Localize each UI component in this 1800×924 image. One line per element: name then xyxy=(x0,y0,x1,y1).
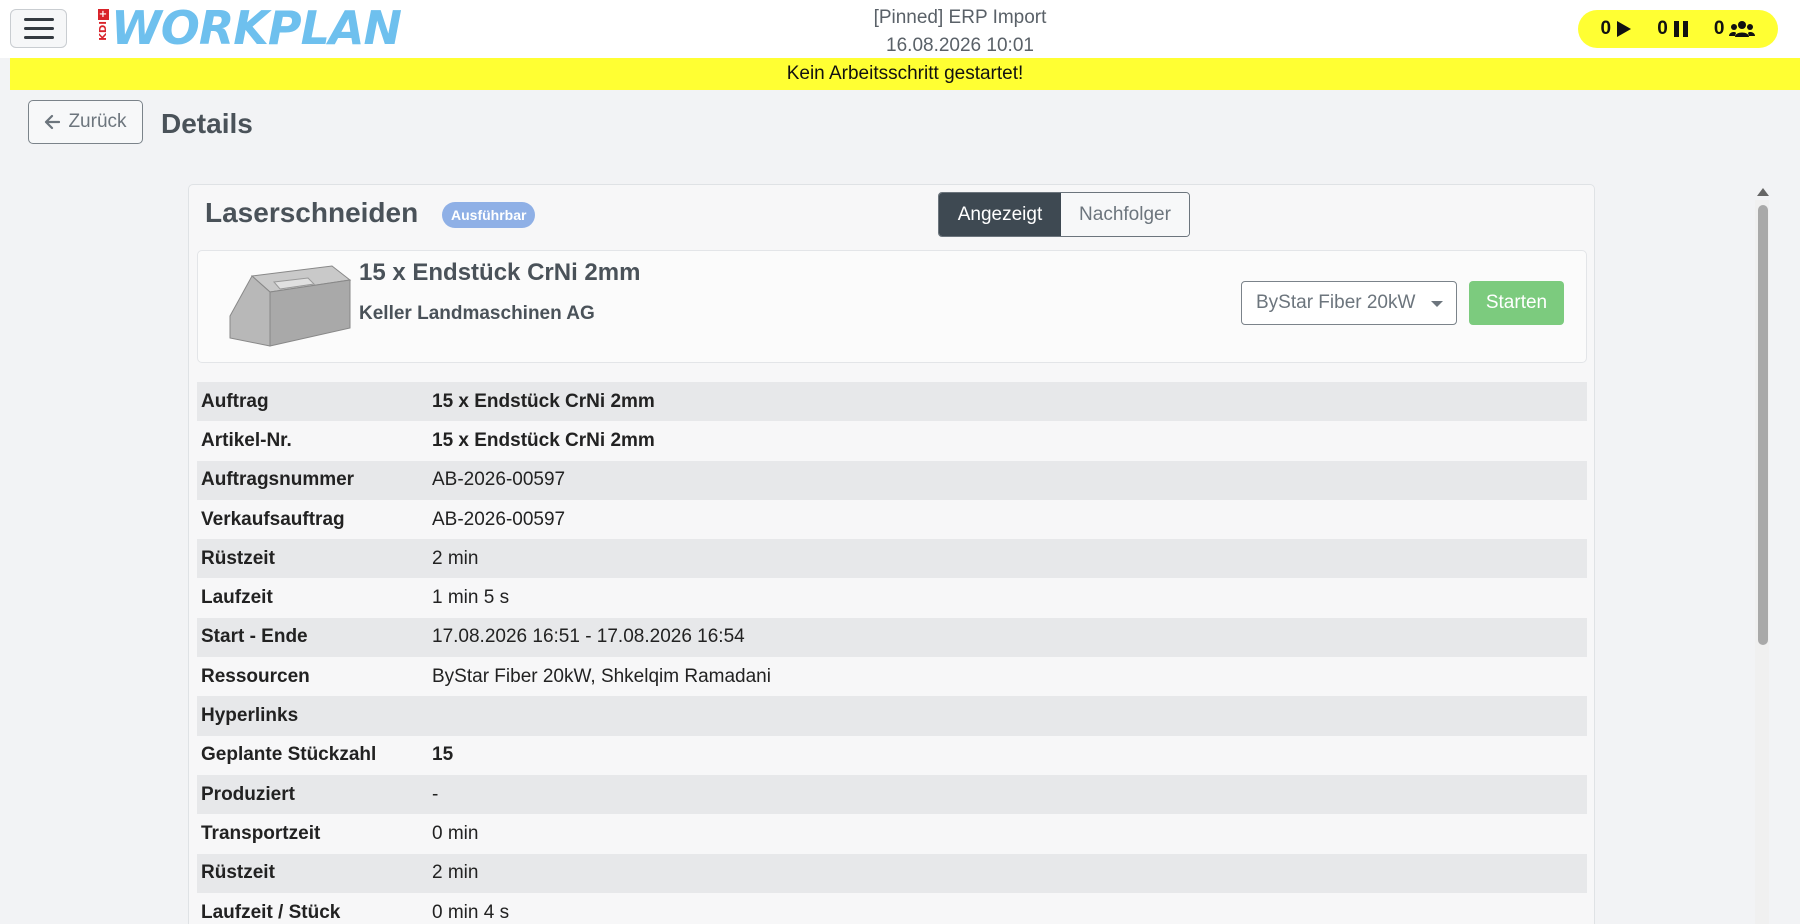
detail-value: 1 min 5 s xyxy=(432,587,510,609)
pause-icon xyxy=(1673,21,1688,37)
details-table: Auftrag 15 x Endstück CrNi 2mm Artikel-Nr… xyxy=(197,382,1587,924)
detail-value: 0 min xyxy=(432,822,479,844)
detail-label: Auftrag xyxy=(201,390,269,412)
detail-value: 15 x Endstück CrNi 2mm xyxy=(432,390,655,412)
users-icon xyxy=(1729,21,1756,37)
detail-row: Artikel-Nr. 15 x Endstück CrNi 2mm xyxy=(197,421,1587,461)
detail-row: Verkaufsauftrag AB-2026-00597 xyxy=(197,499,1587,540)
context-title-line1: [Pinned] ERP Import xyxy=(873,7,1047,28)
arrow-left-icon xyxy=(45,114,61,130)
view-toggle: Angezeigt Nachfolger xyxy=(938,192,1190,237)
detail-row: Produziert - xyxy=(197,774,1587,815)
detail-row: Rüstzeit 2 min xyxy=(197,539,1587,579)
detail-row: Auftragsnummer AB-2026-00597 xyxy=(197,460,1587,500)
detail-label: Ressourcen xyxy=(201,665,310,687)
detail-value: - xyxy=(432,783,439,805)
detail-value: 15 x Endstück CrNi 2mm xyxy=(432,429,655,451)
detail-row: Hyperlinks xyxy=(197,696,1587,736)
detail-label: Produziert xyxy=(201,783,295,805)
detail-label: Laufzeit / Stück xyxy=(201,901,341,923)
detail-label: Rüstzeit xyxy=(201,862,275,884)
detail-value: ByStar Fiber 20kW, Shkelqim Ramadani xyxy=(432,665,771,687)
detail-row: Ressourcen ByStar Fiber 20kW, Shkelqim Ra… xyxy=(197,657,1587,697)
start-button[interactable]: Starten xyxy=(1469,281,1564,325)
toggle-successor[interactable]: Nachfolger xyxy=(1061,193,1189,236)
paused-status: 0 xyxy=(1657,18,1689,40)
back-button[interactable]: Zurück xyxy=(28,100,143,144)
detail-row: Laufzeit 1 min 5 s xyxy=(197,578,1587,618)
detail-value: AB-2026-00597 xyxy=(432,508,566,530)
detail-label: Verkaufsauftrag xyxy=(201,508,345,530)
toggle-displayed[interactable]: Angezeigt xyxy=(939,193,1061,236)
detail-value: 2 min xyxy=(432,862,479,884)
detail-value: AB-2026-00597 xyxy=(432,469,566,491)
resource-select[interactable]: ByStar Fiber 20kW xyxy=(1241,281,1457,325)
detail-row: Auftrag 15 x Endstück CrNi 2mm xyxy=(197,382,1587,422)
detail-row: Transportzeit 0 min xyxy=(197,814,1587,854)
running-status: 0 xyxy=(1601,18,1633,40)
operation-title: Laserschneiden xyxy=(205,197,419,228)
detail-row: Start - Ende 17.08.2026 16:51 - 17.08.202… xyxy=(197,617,1587,658)
play-icon xyxy=(1617,21,1632,37)
status-badge: Ausführbar xyxy=(442,202,536,228)
detail-value: 2 min xyxy=(432,547,479,569)
context-title-line2: 16.08.2026 10:01 xyxy=(886,35,1034,56)
warning-banner: Kein Arbeitsschritt gestartet! xyxy=(10,58,1800,90)
detail-label: Laufzeit xyxy=(201,587,273,609)
users-status: 0 xyxy=(1714,18,1756,40)
detail-label: Auftragsnummer xyxy=(201,469,355,491)
detail-label: Transportzeit xyxy=(201,822,321,844)
scroll-up-arrow-icon[interactable] xyxy=(1757,188,1769,196)
detail-label: Geplante Stückzahl xyxy=(201,744,377,766)
context-title: [Pinned] ERP Import 16.08.2026 10:01 xyxy=(0,4,1800,60)
caret-down-icon xyxy=(1431,301,1443,307)
status-summary[interactable]: 0 0 0 xyxy=(1578,10,1778,48)
detail-value: 15 xyxy=(432,744,454,766)
detail-row: Geplante Stückzahl 15 xyxy=(197,735,1587,775)
product-name: 15 x Endstück CrNi 2mm xyxy=(359,259,641,286)
detail-value: 17.08.2026 16:51 - 17.08.2026 16:54 xyxy=(432,626,745,648)
resource-select-value: ByStar Fiber 20kW xyxy=(1256,292,1416,313)
detail-row: Laufzeit / Stück 0 min 4 s xyxy=(197,892,1587,924)
detail-label: Start - Ende xyxy=(201,626,308,648)
paused-count: 0 xyxy=(1657,18,1668,39)
part-thumbnail xyxy=(229,265,352,347)
customer-name: Keller Landmaschinen AG xyxy=(359,303,595,324)
detail-value: 0 min 4 s xyxy=(432,901,510,923)
page-title: Details xyxy=(161,108,253,139)
detail-label: Artikel-Nr. xyxy=(201,429,292,451)
detail-label: Hyperlinks xyxy=(201,705,299,727)
detail-label: Rüstzeit xyxy=(201,547,275,569)
running-count: 0 xyxy=(1600,18,1612,39)
users-count: 0 xyxy=(1713,18,1725,39)
back-label: Zurück xyxy=(68,111,127,132)
scrollbar-thumb[interactable] xyxy=(1758,205,1768,645)
detail-row: Rüstzeit 2 min xyxy=(197,853,1587,893)
